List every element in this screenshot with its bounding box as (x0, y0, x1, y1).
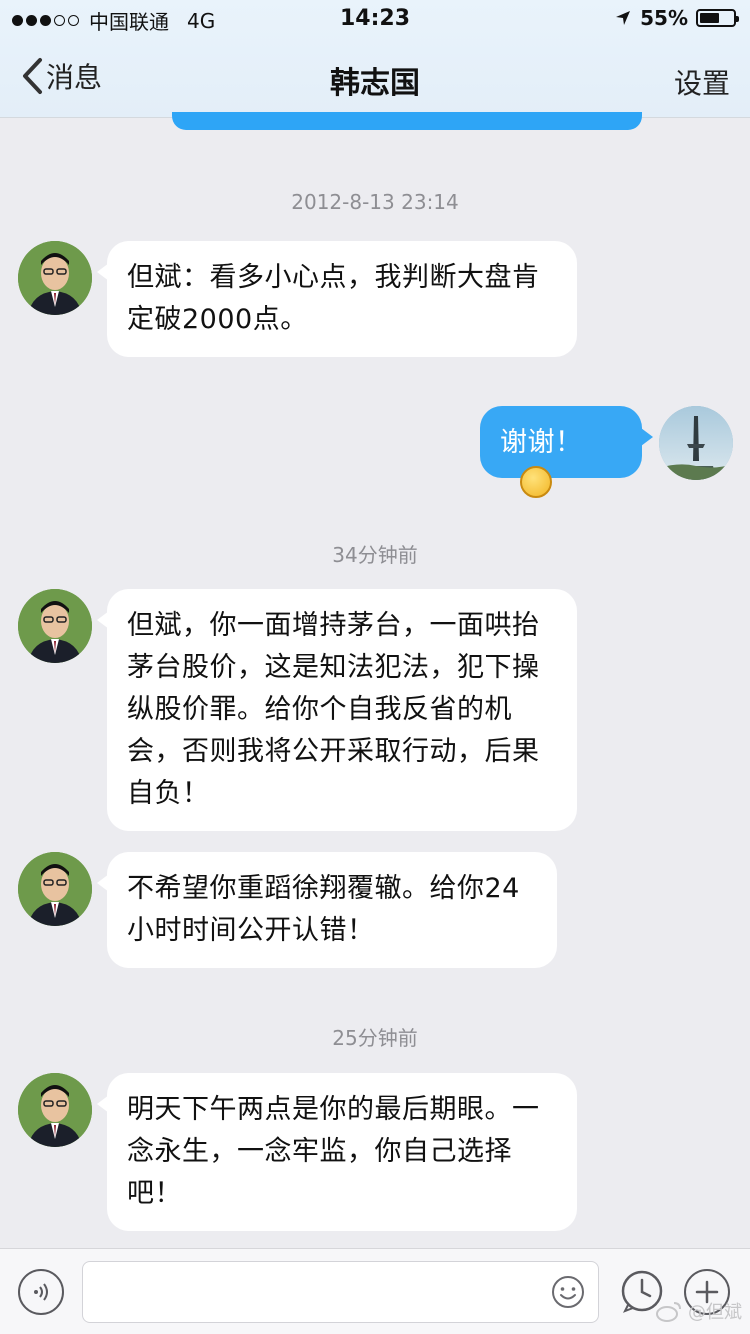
nav-bar: 消息 韩志国 设置 (0, 42, 750, 112)
incoming-message[interactable]: 但斌：看多小心点，我判断大盘肯定破2000点。 (97, 241, 577, 357)
header: 中国联通 4G 14:23 55% 消息 韩志国 设置 (0, 0, 750, 118)
incoming-message[interactable]: 不希望你重蹈徐翔覆辙。给你24小时时间公开认错！ (97, 852, 557, 968)
contact-avatar[interactable] (18, 852, 92, 926)
voice-button[interactable] (18, 1269, 64, 1315)
message-input[interactable] (82, 1261, 599, 1323)
timestamp: 34分钟前 (332, 543, 418, 567)
location-arrow-icon (616, 11, 631, 25)
status-bar: 中国联通 4G 14:23 55% (0, 0, 750, 40)
input-bar (0, 1248, 750, 1334)
incoming-message[interactable]: 但斌，你一面增持茅台，一面哄抬茅台股价，这是知法犯法，犯下操纵股价罪。给你个自我… (97, 589, 577, 831)
my-avatar[interactable] (659, 406, 733, 480)
laughing-emoji-icon (520, 466, 552, 498)
battery-percent: 55% (640, 6, 688, 30)
incoming-message[interactable]: 明天下午两点是你的最后期眼。一念永生，一念牢监，你自己选择吧！ (97, 1073, 577, 1231)
watermark-text: @但斌 (688, 1302, 742, 1323)
outgoing-message-text: 谢谢！ (500, 427, 583, 458)
timestamp: 2012-8-13 23:14 (291, 190, 459, 214)
outgoing-message[interactable]: 谢谢！ (480, 406, 653, 498)
smiley-icon[interactable] (550, 1274, 586, 1310)
previous-bubble-edge (172, 112, 642, 130)
timestamp: 25分钟前 (332, 1026, 418, 1050)
battery-icon (696, 9, 739, 27)
chat-screen: 中国联通 4G 14:23 55% 消息 韩志国 设置 2012-8-13 23… (0, 0, 750, 1334)
weibo-logo-icon (656, 1302, 681, 1322)
page-title: 韩志国 (330, 66, 420, 101)
contact-avatar[interactable] (18, 241, 92, 315)
contact-avatar[interactable] (18, 1073, 92, 1147)
settings-button[interactable]: 设置 (674, 62, 730, 102)
voice-icon (34, 1283, 48, 1301)
weibo-watermark: @但斌 (656, 1298, 742, 1324)
contact-avatar[interactable] (18, 589, 92, 663)
